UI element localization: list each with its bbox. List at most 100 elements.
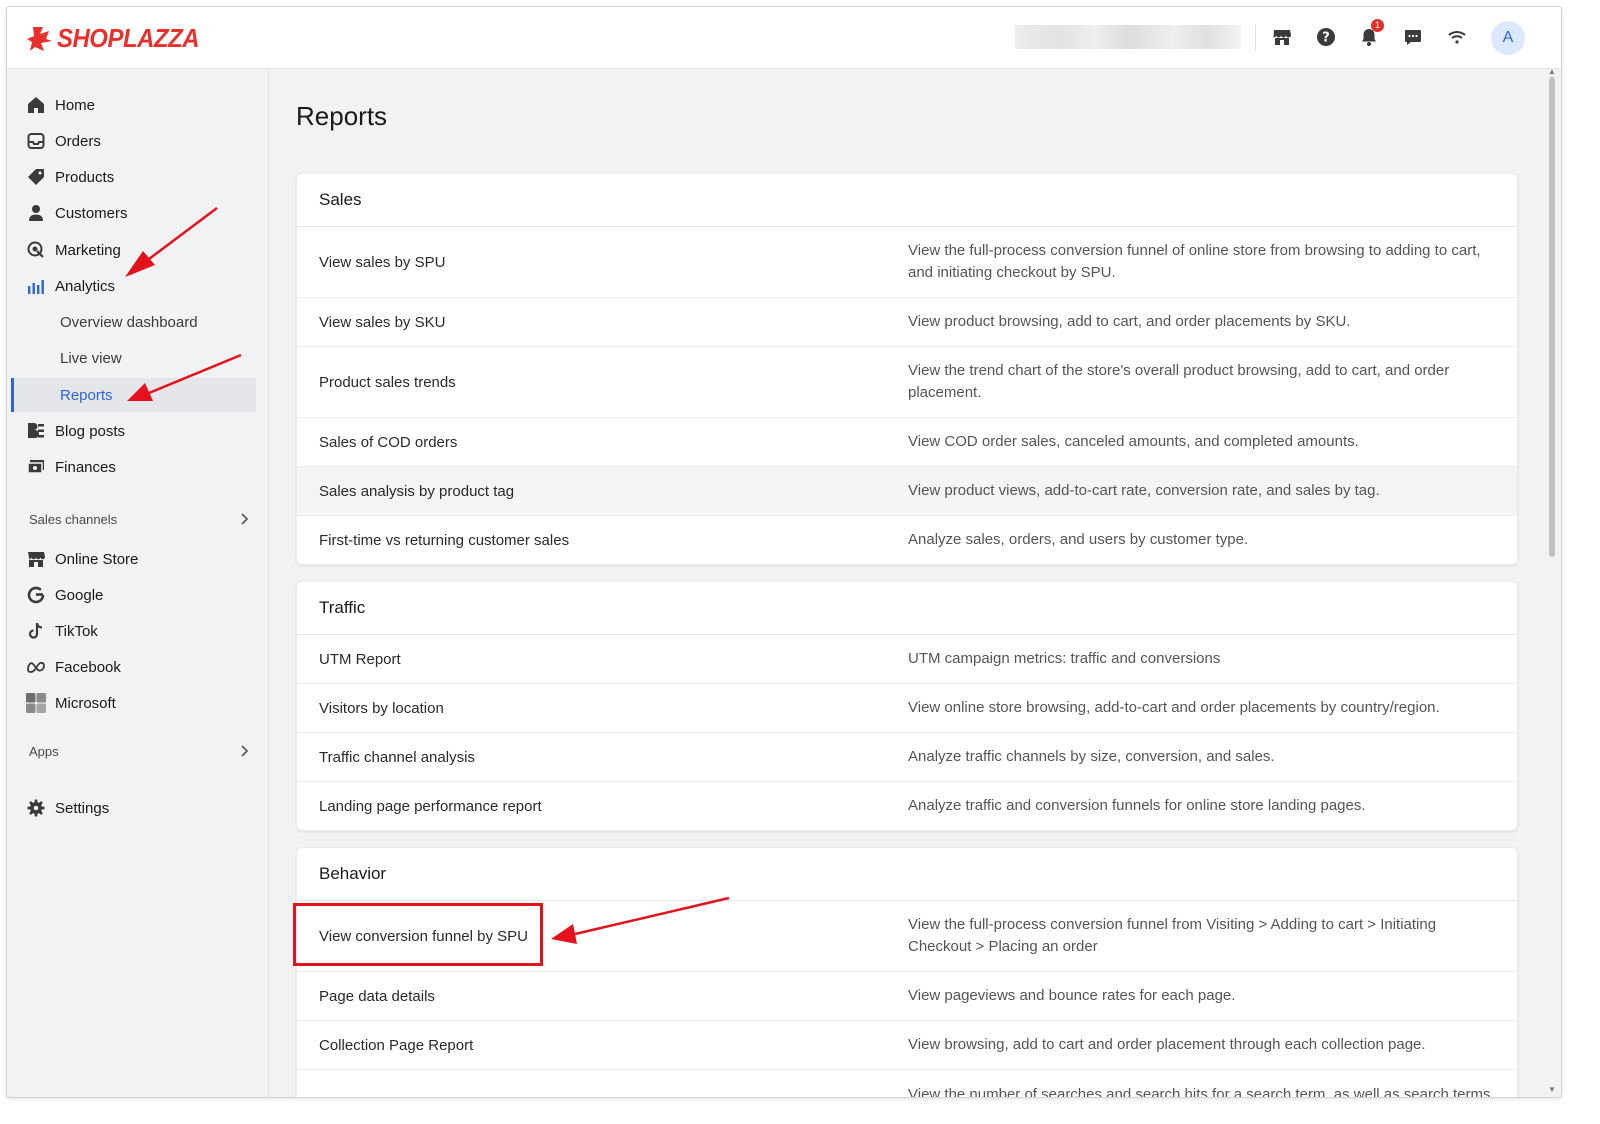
meta-icon — [26, 657, 46, 677]
report-row-traffic-channel-analysis[interactable]: Traffic channel analysis Analyze traffic… — [297, 733, 1517, 782]
sidebar-item-products[interactable]: Products — [7, 160, 269, 194]
sidebar-item-label: Home — [55, 96, 96, 114]
report-row-sales-analysis-by-product-tag[interactable]: Sales analysis by product tag View produ… — [297, 467, 1517, 516]
traffic-card: Traffic UTM Report UTM campaign metrics:… — [296, 581, 1518, 831]
report-row-sales-of-cod-orders[interactable]: Sales of COD orders View COD order sales… — [297, 418, 1517, 467]
microsoft-icon — [26, 693, 46, 713]
report-description: View product browsing, add to cart, and … — [908, 313, 1351, 330]
sidebar-item-finances[interactable]: Finances — [7, 450, 269, 484]
sidebar-subitem-live-view[interactable]: Live view — [7, 341, 269, 375]
behavior-card: Behavior View conversion funnel by SPU V… — [296, 847, 1518, 1098]
report-description: View browsing, add to cart and order pla… — [908, 1036, 1426, 1053]
wifi-icon[interactable] — [1446, 26, 1468, 48]
report-name: Page data details — [319, 987, 435, 1005]
person-icon — [26, 203, 46, 223]
orders-icon — [26, 131, 46, 151]
apps-header[interactable]: Apps — [29, 741, 249, 761]
store-icon — [26, 549, 46, 569]
sidebar-item-facebook[interactable]: Facebook — [7, 650, 269, 684]
report-name: Product sales trends — [319, 373, 456, 391]
report-name: Collection Page Report — [319, 1036, 474, 1054]
sidebar-item-tiktok[interactable]: TikTok — [7, 614, 269, 648]
report-name: Sales analysis by product tag — [319, 482, 515, 500]
sidebar-item-microsoft[interactable]: Microsoft — [7, 686, 269, 720]
sidebar-item-orders[interactable]: Orders — [7, 124, 269, 158]
avatar[interactable]: A — [1491, 21, 1525, 55]
annotation-highlight-box — [293, 903, 543, 966]
sidebar-item-marketing[interactable]: Marketing — [7, 233, 269, 267]
apps-label: Apps — [29, 743, 59, 759]
scroll-thumb[interactable] — [1549, 77, 1555, 557]
card-title: Sales — [297, 174, 1517, 227]
sidebar-item-label: Marketing — [55, 241, 121, 259]
report-description: View the trend chart of the store's over… — [908, 362, 1450, 401]
sidebar-subitem-overview-dashboard[interactable]: Overview dashboard — [7, 305, 269, 339]
report-row-visitors-by-location[interactable]: Visitors by location View online store b… — [297, 684, 1517, 733]
report-row-view-sales-by-spu[interactable]: View sales by SPU View the full-process … — [297, 227, 1517, 298]
store-icon[interactable] — [1271, 26, 1293, 48]
sidebar-item-settings[interactable]: Settings — [7, 791, 269, 825]
card-title: Traffic — [297, 582, 1517, 635]
sidebar-item-label: Microsoft — [55, 694, 116, 712]
sidebar-item-customers[interactable]: Customers — [7, 196, 269, 230]
sales-channels-label: Sales channels — [29, 511, 118, 527]
report-name: First-time vs returning customer sales — [319, 531, 570, 549]
chevron-right-icon — [241, 745, 249, 757]
report-row-collection-page-report[interactable]: Collection Page Report View browsing, ad… — [297, 1021, 1517, 1070]
sales-channels-header[interactable]: Sales channels — [29, 509, 249, 529]
sidebar-item-label: Orders — [55, 132, 101, 150]
report-row-page-data-details[interactable]: Page data details View pageviews and bou… — [297, 972, 1517, 1021]
active-indicator — [11, 378, 14, 412]
sidebar-item-label: TikTok — [55, 622, 98, 640]
sidebar-item-analytics[interactable]: Analytics — [7, 269, 269, 303]
blog-icon — [26, 421, 46, 441]
sidebar-item-online-store[interactable]: Online Store — [7, 542, 269, 576]
sidebar-item-label: Facebook — [55, 658, 121, 676]
report-name: Visitors by location — [319, 699, 444, 717]
google-icon — [26, 585, 46, 605]
sidebar-item-label: Online Store — [55, 550, 139, 568]
report-row-utm-report[interactable]: UTM Report UTM campaign metrics: traffic… — [297, 635, 1517, 684]
report-name: Landing page performance report — [319, 797, 542, 815]
report-name: UTM Report — [319, 650, 401, 668]
marketing-icon — [26, 240, 46, 260]
report-row-product-sales-trends[interactable]: Product sales trends View the trend char… — [297, 347, 1517, 418]
sidebar-item-google[interactable]: Google — [7, 578, 269, 612]
sales-card: Sales View sales by SPU View the full-pr… — [296, 173, 1518, 565]
sidebar-item-label: Customers — [55, 204, 128, 222]
report-description: View COD order sales, canceled amounts, … — [908, 433, 1359, 450]
report-row-landing-page-performance[interactable]: Landing page performance report Analyze … — [297, 782, 1517, 830]
report-name: Traffic channel analysis — [319, 748, 475, 766]
tag-icon — [26, 167, 46, 187]
scroll-down-arrow[interactable]: ▼ — [1548, 1085, 1556, 1094]
help-icon[interactable]: ? — [1315, 26, 1337, 48]
chart-icon — [26, 276, 46, 296]
chat-icon[interactable] — [1402, 26, 1424, 48]
report-description: View the number of searches and search h… — [908, 1086, 1491, 1098]
sidebar-item-home[interactable]: Home — [7, 88, 269, 122]
sidebar-item-label: Google — [55, 586, 104, 604]
report-row-first-time-vs-returning[interactable]: First-time vs returning customer sales A… — [297, 516, 1517, 564]
scrollbar[interactable]: ▲ ▼ — [1547, 67, 1557, 1097]
sidebar-subitem-label: Overview dashboard — [60, 313, 198, 331]
tiktok-icon — [26, 621, 46, 641]
sidebar-subitem-reports[interactable]: Reports — [11, 378, 256, 412]
home-icon — [26, 95, 46, 115]
sidebar-item-label: Settings — [55, 799, 110, 817]
card-title: Behavior — [297, 848, 1517, 901]
report-description: View pageviews and bounce rates for each… — [908, 987, 1236, 1004]
report-name: View sales by SPU — [319, 253, 446, 271]
topbar-divider — [1255, 25, 1256, 51]
scroll-up-arrow[interactable]: ▲ — [1548, 67, 1556, 76]
sidebar: Home Orders Products Customers Marketing… — [7, 69, 269, 1097]
svg-text:?: ? — [1322, 31, 1330, 46]
shoplazza-logo[interactable]: SHOPLAZZA — [27, 23, 211, 54]
sidebar-item-blog-posts[interactable]: Blog posts — [7, 414, 269, 448]
report-row-view-sales-by-sku[interactable]: View sales by SKU View product browsing,… — [297, 298, 1517, 347]
gear-icon — [26, 798, 46, 818]
shoplazza-logo-icon — [27, 26, 52, 51]
report-row-search-terms[interactable]: View the number of searches and search h… — [297, 1070, 1517, 1098]
top-bar: SHOPLAZZA ? 1 A — [7, 7, 1561, 69]
report-description: Analyze traffic and conversion funnels f… — [908, 797, 1366, 814]
sidebar-item-label: Analytics — [55, 277, 116, 295]
